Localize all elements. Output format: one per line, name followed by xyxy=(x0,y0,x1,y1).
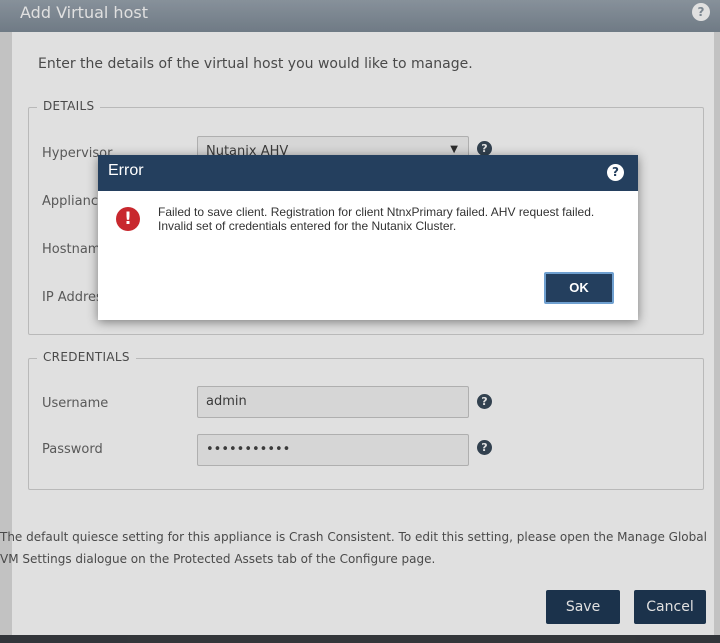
error-message: Failed to save client. Registration for … xyxy=(158,205,595,233)
error-dialog-title: Error xyxy=(108,162,144,179)
error-help-icon[interactable]: ? xyxy=(607,164,624,181)
ok-button[interactable]: OK xyxy=(544,272,614,304)
exclamation-circle-icon: ! xyxy=(116,207,140,231)
error-dialog-titlebar: Error ? xyxy=(98,155,638,191)
error-dialog: Error ? ! Failed to save client. Registr… xyxy=(98,155,638,320)
modal-overlay xyxy=(0,0,720,643)
screen: Add Virtual host ? Enter the details of … xyxy=(0,0,720,643)
